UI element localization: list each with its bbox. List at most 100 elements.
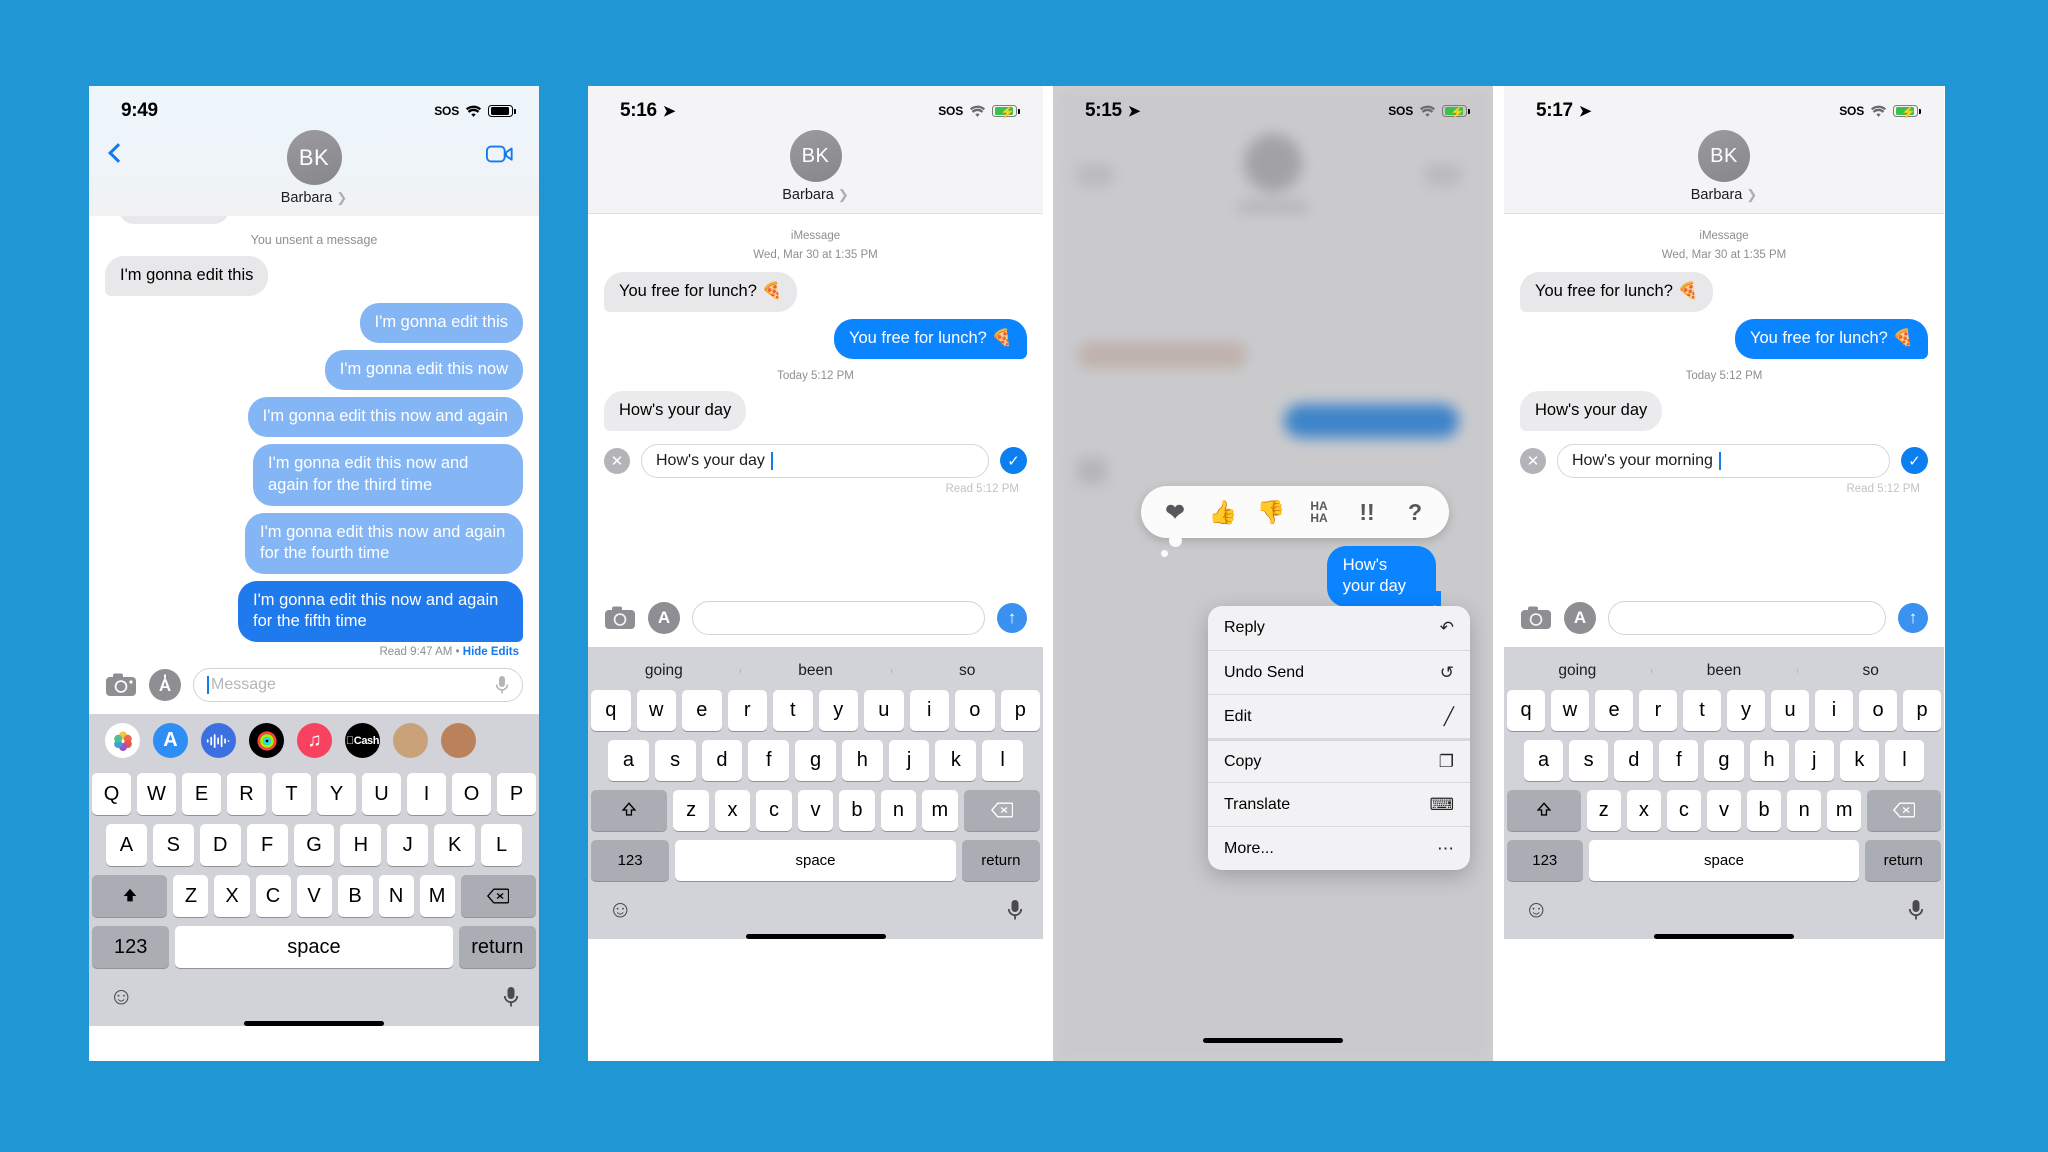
space-key[interactable]: space	[1588, 839, 1860, 881]
key-j[interactable]: j	[888, 739, 930, 781]
key-t[interactable]: T	[272, 773, 311, 816]
edit-text-input[interactable]: How's your day	[641, 443, 989, 478]
backspace-key[interactable]	[1867, 789, 1941, 831]
key-z[interactable]: Z	[173, 875, 209, 918]
key-e[interactable]: e	[682, 689, 722, 731]
key-d[interactable]: d	[701, 739, 743, 781]
highlighted-message-bubble[interactable]: How's your day	[1326, 546, 1441, 608]
message-bubble-outgoing[interactable]: You free for lunch? 🍕	[1734, 319, 1934, 360]
key-m[interactable]: M	[419, 875, 455, 918]
key-m[interactable]: m	[922, 789, 958, 831]
return-key[interactable]: return	[458, 926, 536, 969]
exclamation-reaction[interactable]: !!	[1343, 499, 1391, 526]
contact-name-row[interactable]: Barbara ❯	[782, 187, 849, 203]
key-h[interactable]: h	[841, 739, 883, 781]
memoji-icon[interactable]	[393, 723, 428, 759]
question-reaction[interactable]: ?	[1391, 499, 1439, 526]
key-h[interactable]: h	[1749, 739, 1789, 781]
key-o[interactable]: o	[1859, 689, 1897, 731]
message-bubble-outgoing[interactable]: You free for lunch? 🍕	[833, 319, 1033, 360]
home-indicator[interactable]	[1203, 1038, 1343, 1043]
thumbs-down-reaction[interactable]: 👎	[1247, 499, 1295, 526]
key-e[interactable]: e	[1595, 689, 1633, 731]
camera-icon[interactable]	[604, 605, 636, 631]
key-y[interactable]: y	[1727, 689, 1765, 731]
audio-wave-icon[interactable]	[201, 723, 236, 759]
shift-key[interactable]	[92, 875, 168, 918]
confirm-edit-button[interactable]: ✓	[1901, 447, 1928, 475]
key-b[interactable]: b	[1747, 789, 1782, 831]
hide-edits-link[interactable]: Hide Edits	[463, 646, 519, 658]
key-p[interactable]: p	[1000, 689, 1040, 731]
key-y[interactable]: y	[818, 689, 858, 731]
key-o[interactable]: O	[452, 773, 491, 816]
key-r[interactable]: r	[727, 689, 767, 731]
close-circle-icon[interactable]: ✕	[604, 447, 630, 474]
shift-key[interactable]	[1507, 789, 1581, 831]
key-x[interactable]: X	[214, 875, 250, 918]
key-k[interactable]: k	[1839, 739, 1879, 781]
key-v[interactable]: V	[296, 875, 332, 918]
key-f[interactable]: F	[246, 824, 288, 867]
microphone-icon[interactable]	[495, 675, 509, 695]
prediction-been[interactable]: been	[1650, 662, 1798, 680]
camera-icon[interactable]	[105, 672, 137, 698]
avatar[interactable]: BK	[286, 130, 342, 185]
emoji-icon[interactable]: ☺	[109, 983, 134, 1011]
key-j[interactable]: J	[387, 824, 429, 867]
context-menu-item-more[interactable]: More... ⋯	[1208, 826, 1470, 870]
key-t[interactable]: t	[773, 689, 813, 731]
key-r[interactable]: r	[1639, 689, 1677, 731]
message-input-field[interactable]	[1608, 600, 1886, 635]
haha-reaction[interactable]: HA HA	[1295, 500, 1343, 524]
key-a[interactable]: a	[607, 739, 649, 781]
microphone-icon[interactable]	[503, 985, 519, 1009]
key-h[interactable]: H	[340, 824, 382, 867]
key-a[interactable]: A	[106, 824, 147, 867]
camera-icon[interactable]	[1520, 605, 1552, 631]
contact-name-row[interactable]: Barbara ❯	[281, 190, 348, 206]
key-v[interactable]: v	[1706, 789, 1742, 831]
key-k[interactable]: K	[434, 824, 476, 867]
numbers-key[interactable]: 123	[591, 839, 670, 881]
key-b[interactable]: B	[337, 875, 373, 918]
message-bubble-outgoing[interactable]: I'm gonna edit this now	[324, 350, 523, 391]
edit-original-preview-bubble[interactable]: How's your day	[1514, 390, 1663, 431]
key-j[interactable]: j	[1794, 739, 1834, 781]
key-x[interactable]: x	[1626, 789, 1661, 831]
key-u[interactable]: u	[1771, 689, 1809, 731]
photos-icon[interactable]	[105, 723, 140, 759]
app-store-imessage-icon[interactable]: ＇ A	[149, 669, 181, 702]
key-u[interactable]: u	[864, 689, 904, 731]
back-chevron-icon[interactable]	[108, 143, 128, 163]
key-f[interactable]: f	[748, 739, 790, 781]
avatar[interactable]: BK	[1698, 130, 1750, 182]
key-l[interactable]: l	[982, 739, 1024, 781]
key-v[interactable]: v	[797, 789, 834, 831]
key-q[interactable]: Q	[92, 773, 131, 816]
message-input-field[interactable]	[692, 600, 985, 635]
edit-original-preview-bubble[interactable]: How's your day	[598, 390, 747, 431]
contact-name-row[interactable]: Barbara ❯	[1691, 187, 1758, 203]
message-bubble-outgoing[interactable]: I'm gonna edit this now and again for th…	[245, 512, 523, 574]
message-bubble-outgoing[interactable]: I'm gonna edit this now and again for th…	[253, 444, 523, 506]
context-menu-item-copy[interactable]: Copy ❐	[1208, 738, 1470, 782]
key-b[interactable]: b	[839, 789, 875, 831]
key-c[interactable]: C	[255, 875, 291, 918]
prediction-going[interactable]: going	[1504, 662, 1651, 680]
prediction-so[interactable]: so	[1797, 662, 1944, 680]
key-t[interactable]: t	[1683, 689, 1721, 731]
key-w[interactable]: w	[1551, 689, 1589, 731]
microphone-icon[interactable]	[1908, 898, 1924, 922]
app-store-icon[interactable]: A	[153, 723, 188, 759]
app-store-imessage-icon[interactable]: A	[1564, 601, 1596, 634]
message-input-field[interactable]: Message	[193, 668, 523, 703]
key-n[interactable]: N	[378, 875, 414, 918]
key-e[interactable]: E	[182, 773, 221, 816]
key-i[interactable]: I	[407, 773, 446, 816]
key-q[interactable]: q	[591, 689, 631, 731]
key-g[interactable]: g	[795, 739, 836, 781]
backspace-key[interactable]	[963, 789, 1040, 831]
key-g[interactable]: G	[293, 824, 335, 867]
message-bubble-outgoing[interactable]: I'm gonna edit this	[359, 303, 523, 344]
